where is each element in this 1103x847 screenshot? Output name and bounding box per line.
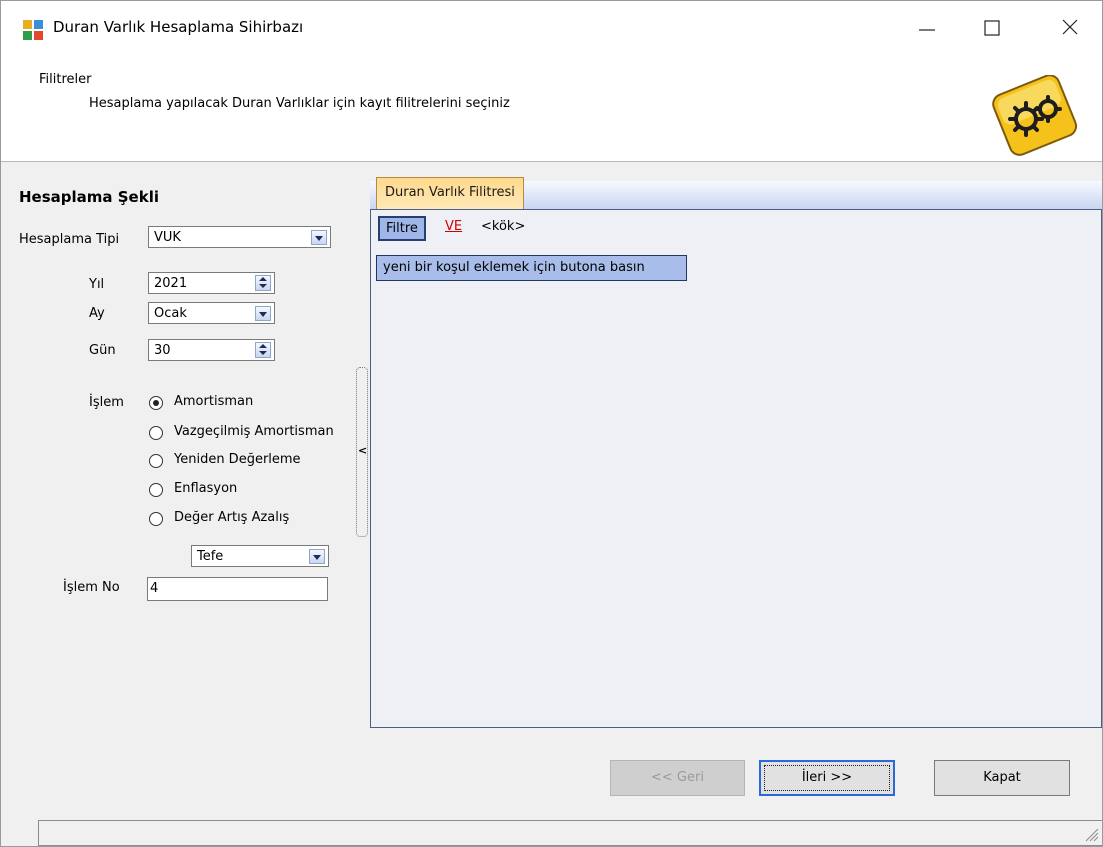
header-subtitle: Hesaplama yapılacak Duran Varlıklar için…	[89, 96, 510, 111]
maximize-icon	[984, 20, 1000, 36]
calc-type-value: VUK	[154, 230, 181, 245]
chevron-down-icon[interactable]	[255, 306, 271, 321]
spin-arrows-icon[interactable]	[255, 342, 271, 358]
radio-button-checked[interactable]	[149, 396, 163, 410]
back-button[interactable]: << Geri	[610, 760, 745, 796]
window-title: Duran Varlık Hesaplama Sihirbazı	[53, 18, 304, 36]
chevron-down-icon[interactable]	[311, 230, 327, 245]
close-icon	[1062, 19, 1078, 35]
radio-label: Amortisman	[174, 394, 254, 409]
close-window-button[interactable]	[1047, 11, 1093, 47]
wizard-window: Duran Varlık Hesaplama Sihirbazı Filitre…	[0, 0, 1103, 847]
operation-no-field[interactable]	[147, 577, 328, 601]
chevron-left-icon[interactable]: <	[358, 444, 367, 457]
index-type-select[interactable]: Tefe	[191, 545, 329, 567]
filter-root-node[interactable]: <kök>	[481, 219, 525, 234]
app-icon	[23, 20, 43, 40]
radio-button[interactable]	[149, 512, 163, 526]
and-operator-link[interactable]: VE	[445, 219, 462, 234]
focus-rectangle	[764, 765, 890, 791]
radio-button[interactable]	[149, 426, 163, 440]
spin-arrows-icon[interactable]	[255, 275, 271, 291]
close-button[interactable]: Kapat	[934, 760, 1070, 796]
month-label: Ay	[89, 306, 105, 321]
month-select[interactable]: Ocak	[148, 302, 275, 324]
minimize-button[interactable]	[906, 11, 952, 47]
operation-label: İşlem	[89, 395, 124, 410]
status-bar	[38, 820, 1102, 846]
add-condition-hint[interactable]: yeni bir koşul eklemek için butona basın	[376, 255, 687, 281]
tab-asset-filter[interactable]: Duran Varlık Filitresi	[376, 177, 524, 209]
title-bar: Duran Varlık Hesaplama Sihirbazı	[1, 1, 1102, 57]
radio-button[interactable]	[149, 454, 163, 468]
maximize-button[interactable]	[969, 11, 1015, 47]
day-label: Gün	[89, 343, 116, 358]
year-value: 2021	[154, 276, 188, 291]
filter-panel	[370, 209, 1102, 728]
filter-button[interactable]: Filtre	[378, 216, 426, 241]
radio-label: Vazgeçilmiş Amortisman	[174, 424, 334, 439]
operation-no-input[interactable]	[150, 581, 320, 596]
header-title: Filitreler	[39, 72, 92, 87]
index-type-value: Tefe	[197, 549, 224, 564]
day-value: 30	[154, 343, 171, 358]
radio-label: Yeniden Değerleme	[174, 452, 301, 467]
gears-icon	[992, 75, 1078, 156]
radio-label: Değer Artış Azalış	[174, 510, 290, 525]
next-button[interactable]: İleri >>	[759, 760, 895, 796]
calc-method-title: Hesaplama Şekli	[19, 188, 159, 206]
day-spinner[interactable]: 30	[148, 339, 275, 361]
radio-button[interactable]	[149, 483, 163, 497]
minimize-icon	[919, 29, 935, 31]
calc-type-label: Hesaplama Tipi	[19, 232, 120, 247]
year-label: Yıl	[89, 277, 105, 292]
radio-label: Enflasyon	[174, 481, 238, 496]
resize-grip-icon[interactable]	[1083, 826, 1099, 842]
chevron-down-icon[interactable]	[309, 549, 325, 564]
operation-no-label: İşlem No	[63, 580, 120, 595]
month-value: Ocak	[154, 306, 187, 321]
wizard-header: Filitreler Hesaplama yapılacak Duran Var…	[1, 57, 1102, 162]
year-spinner[interactable]: 2021	[148, 272, 275, 294]
calc-type-select[interactable]: VUK	[148, 226, 331, 248]
